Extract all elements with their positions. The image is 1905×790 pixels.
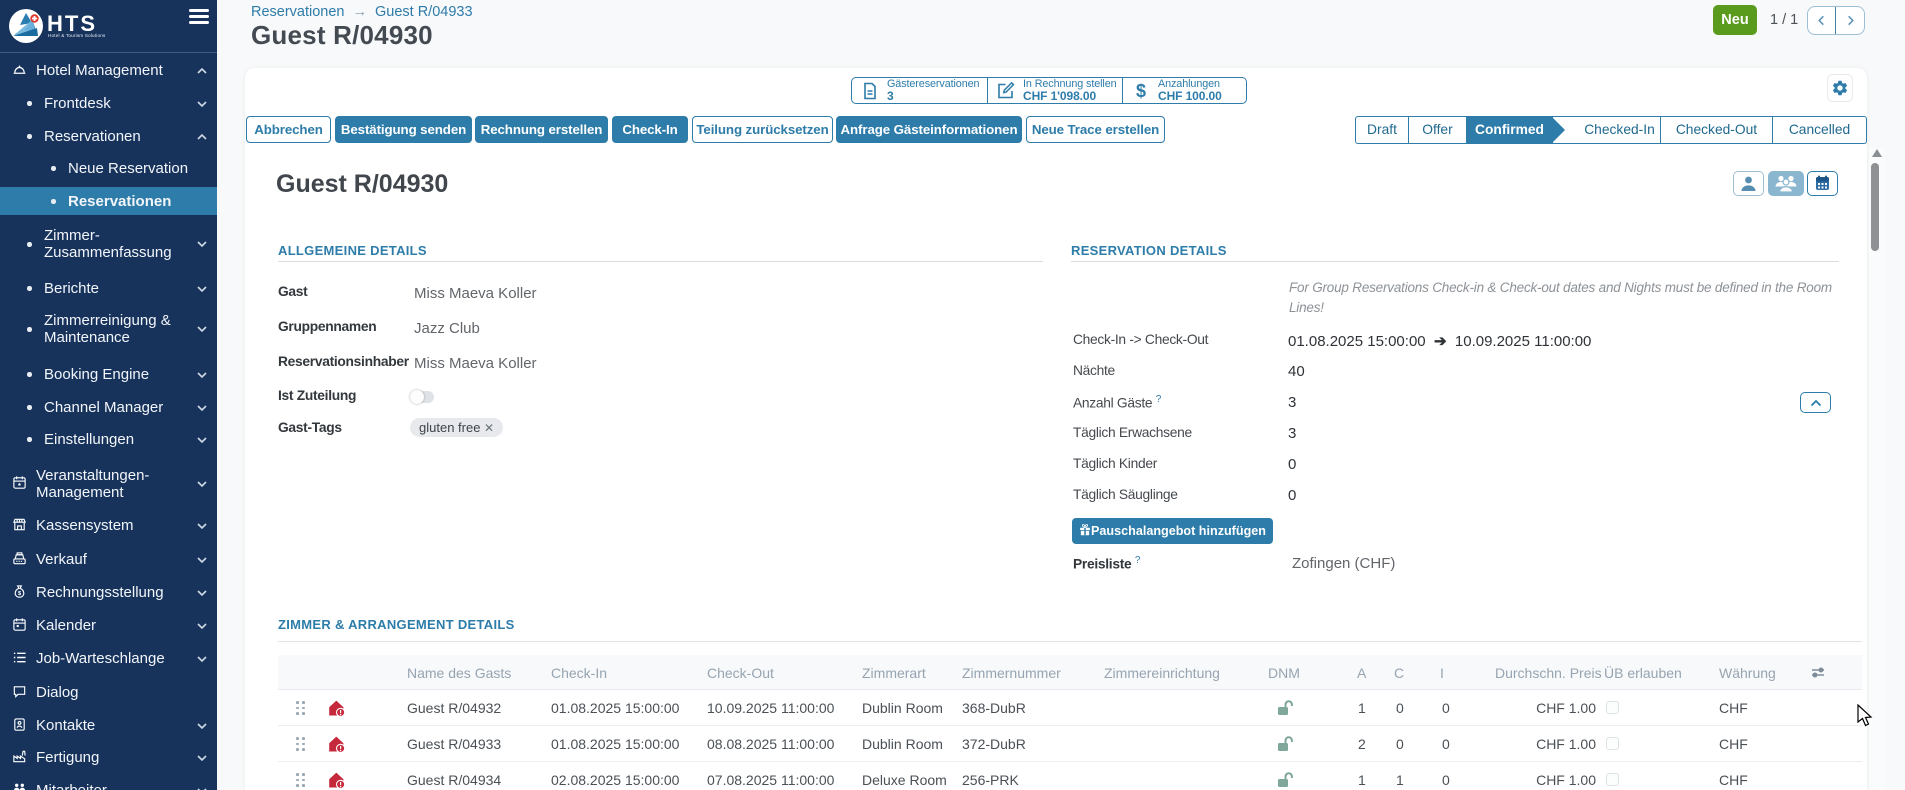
svg-text:$: $	[1136, 81, 1146, 101]
svg-text:$: $	[18, 591, 22, 597]
